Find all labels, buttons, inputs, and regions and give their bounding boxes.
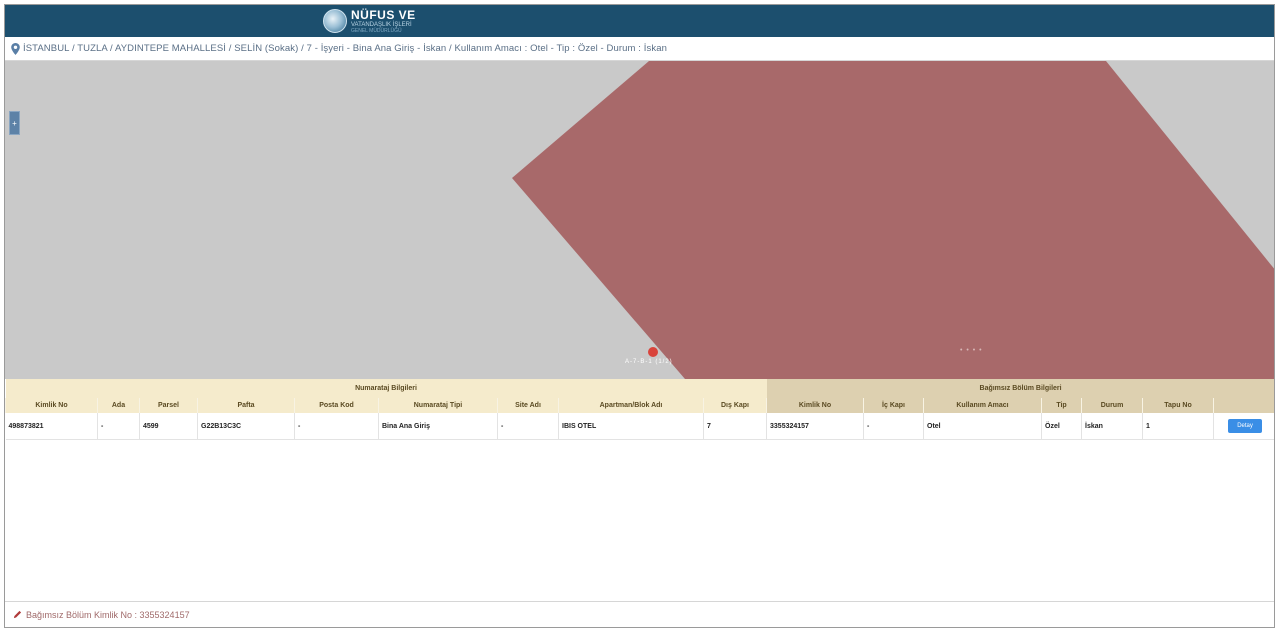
column-header-posta-kod: Posta Kod <box>294 398 379 413</box>
location-marker <box>648 347 658 357</box>
column-header-actions <box>1213 398 1274 413</box>
column-header-durum: Durum <box>1081 398 1143 413</box>
cell-kullanim-amaci: Otel <box>923 413 1043 440</box>
status-bar: Bağımsız Bölüm Kimlik No : 3355324157 <box>5 601 1274 627</box>
cell-posta-kod: - <box>294 413 379 440</box>
pencil-icon <box>13 610 22 619</box>
building-parcel <box>512 61 1274 379</box>
column-header-ic-kapi: İç Kapı <box>863 398 924 413</box>
logo-subtitle-2: GENEL MÜDÜRLÜĞÜ <box>351 27 402 34</box>
column-header-bb-kimlik-no: Kimlik No <box>766 398 864 413</box>
cell-bb-kimlik-no: 3355324157 <box>766 413 865 440</box>
cell-actions: Detay <box>1213 413 1274 440</box>
cell-tapu-no: 1 <box>1142 413 1215 440</box>
logo-subtitle: VATANDAŞLIK İŞLERİ <box>351 21 412 28</box>
cell-tip: Özel <box>1041 413 1083 440</box>
column-header-pafta: Pafta <box>197 398 295 413</box>
detail-button[interactable]: Detay <box>1228 419 1263 433</box>
column-header-tapu-no: Tapu No <box>1142 398 1214 413</box>
cell-durum: İskan <box>1081 413 1144 440</box>
logo: NÜFUS VE VATANDAŞLIK İŞLERİ GENEL MÜDÜRL… <box>323 8 416 34</box>
column-header-dis-kapi: Dış Kapı <box>702 398 767 413</box>
column-header-tip: Tip <box>1041 398 1082 413</box>
cell-ada: - <box>97 413 140 440</box>
cell-pafta: G22B13C3C <box>197 413 295 440</box>
cell-parsel: 4599 <box>139 413 198 440</box>
cell-ic-kapi: - <box>863 413 925 440</box>
group-header-bagimsiz-bolum: Bağımsız Bölüm Bilgileri <box>766 379 1274 398</box>
info-table-container: Numarataj Bilgileri Bağımsız Bölüm Bilgi… <box>5 379 1274 440</box>
cell-dis-kapi: 7 <box>703 413 768 440</box>
map-view[interactable]: + A-7-B-1 (1/2) • • • • <box>5 61 1274 379</box>
logo-title: NÜFUS VE <box>351 7 416 22</box>
column-header-apartman-blok-adi: Apartman/Blok Adı <box>558 398 704 413</box>
status-text: Bağımsız Bölüm Kimlik No : 3355324157 <box>26 609 190 620</box>
map-marker-icon <box>11 42 20 55</box>
column-header-site-adi: Site Adı <box>497 398 559 413</box>
cell-site-adi: - <box>497 413 559 440</box>
column-header-parsel: Parsel <box>139 398 198 413</box>
column-header-kullanim-amaci: Kullanım Amacı <box>923 398 1042 413</box>
parcel-label: • • • • <box>960 347 983 354</box>
cell-numarataj-tipi: Bina Ana Giriş <box>378 413 498 440</box>
top-bar: NÜFUS VE VATANDAŞLIK İŞLERİ GENEL MÜDÜRL… <box>5 5 1274 37</box>
table-row[interactable]: 498873821 - 4599 G22B13C3C - Bina Ana Gi… <box>5 413 1274 440</box>
cell-apartman-blok-adi: IBIS OTEL <box>558 413 704 440</box>
app-frame: NÜFUS VE VATANDAŞLIK İŞLERİ GENEL MÜDÜRL… <box>4 4 1275 628</box>
column-header-numarataj-tipi: Numarataj Tipi <box>378 398 498 413</box>
logo-emblem-icon <box>323 9 347 33</box>
info-table: Numarataj Bilgileri Bağımsız Bölüm Bilgi… <box>5 379 1274 440</box>
zoom-button[interactable]: + <box>9 111 20 135</box>
address-text: İSTANBUL / TUZLA / AYDINTEPE MAHALLESİ /… <box>23 43 667 54</box>
group-header-row: Numarataj Bilgileri Bağımsız Bölüm Bilgi… <box>5 379 1274 398</box>
cell-kimlik-no: 498873821 <box>5 413 98 440</box>
marker-label: A-7-B-1 (1/2) <box>625 359 673 365</box>
map-canvas[interactable] <box>5 61 1274 379</box>
column-header-kimlik-no: Kimlik No <box>5 398 98 413</box>
group-header-numarataj: Numarataj Bilgileri <box>5 379 767 398</box>
column-header-row: Kimlik No Ada Parsel Pafta Posta Kod Num… <box>5 398 1274 413</box>
address-bar: İSTANBUL / TUZLA / AYDINTEPE MAHALLESİ /… <box>5 37 1274 61</box>
column-header-ada: Ada <box>97 398 140 413</box>
